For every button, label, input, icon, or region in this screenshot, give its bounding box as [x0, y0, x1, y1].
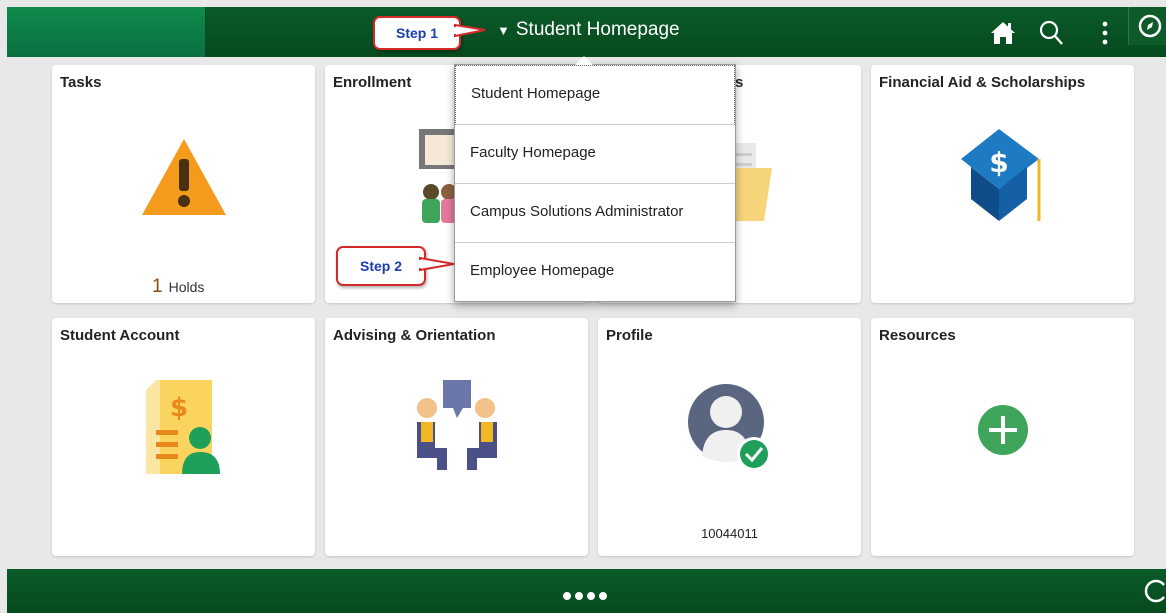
add-plus-icon [978, 405, 1028, 455]
tile-student-account[interactable]: Student Account $ [52, 318, 315, 556]
refresh-icon[interactable] [1144, 579, 1166, 603]
menu-item-student-homepage[interactable]: Student Homepage [455, 65, 735, 125]
profile-avatar-icon [688, 384, 771, 471]
page-dot[interactable] [599, 592, 607, 600]
top-banner: ▼ Student Homepage [7, 7, 1166, 57]
menu-item-campus-solutions-administrator[interactable]: Campus Solutions Administrator [455, 184, 735, 243]
tile-title: Financial Aid & Scholarships [879, 74, 1086, 91]
step-1-callout: Step 1 [373, 16, 461, 50]
tile-resources[interactable]: Resources [871, 318, 1134, 556]
tile-title: Advising & Orientation [333, 327, 496, 344]
tile-title: s [735, 74, 744, 91]
menu-item-faculty-homepage[interactable]: Faculty Homepage [455, 125, 735, 184]
advising-people-icon [417, 380, 497, 470]
step-2-callout: Step 2 [336, 246, 426, 286]
page-dot[interactable] [575, 592, 583, 600]
logo-area[interactable] [7, 7, 206, 57]
account-bill-icon: $ [146, 380, 220, 474]
tile-title: Enrollment [333, 74, 412, 91]
enrollment-icon [419, 129, 457, 223]
folder-icon [734, 143, 772, 221]
warning-icon [142, 139, 226, 215]
callout-pointer [452, 23, 486, 38]
tile-profile[interactable]: Profile 10044011 [598, 318, 861, 556]
menu-item-employee-homepage[interactable]: Employee Homepage [455, 243, 735, 301]
home-icon[interactable] [989, 19, 1017, 47]
homepage-title: Student Homepage [515, 19, 680, 40]
holds-count: 1 Holds [152, 276, 205, 297]
page-dot[interactable] [587, 592, 595, 600]
tile-title: Resources [879, 327, 956, 344]
svg-text:$: $ [170, 393, 188, 423]
tile-title: Student Account [60, 327, 180, 344]
tile-tasks[interactable]: Tasks 1 Holds [52, 65, 315, 303]
search-icon[interactable] [1037, 19, 1065, 47]
homepage-dropdown-menu: Student Homepage Faculty Homepage Campus… [454, 56, 736, 302]
page-dot[interactable] [563, 592, 571, 600]
tile-financial-aid[interactable]: Financial Aid & Scholarships $ [871, 65, 1134, 303]
caret-down-icon: ▼ [497, 23, 510, 38]
more-actions-icon[interactable] [1095, 19, 1123, 47]
graduation-cap-dollar-icon: $ [961, 129, 1041, 221]
bottom-bar [7, 569, 1166, 613]
svg-text:$: $ [989, 146, 1008, 179]
dropdown-notch [575, 56, 593, 65]
profile-id: 10044011 [701, 526, 758, 541]
homepage-selector[interactable]: ▼ Student Homepage [497, 7, 680, 57]
navbar-compass-icon[interactable] [1128, 7, 1166, 45]
tile-title: Tasks [60, 74, 102, 91]
tile-advising-orientation[interactable]: Advising & Orientation [325, 318, 588, 556]
tile-title: Profile [606, 327, 653, 344]
page-indicator[interactable] [563, 587, 611, 605]
